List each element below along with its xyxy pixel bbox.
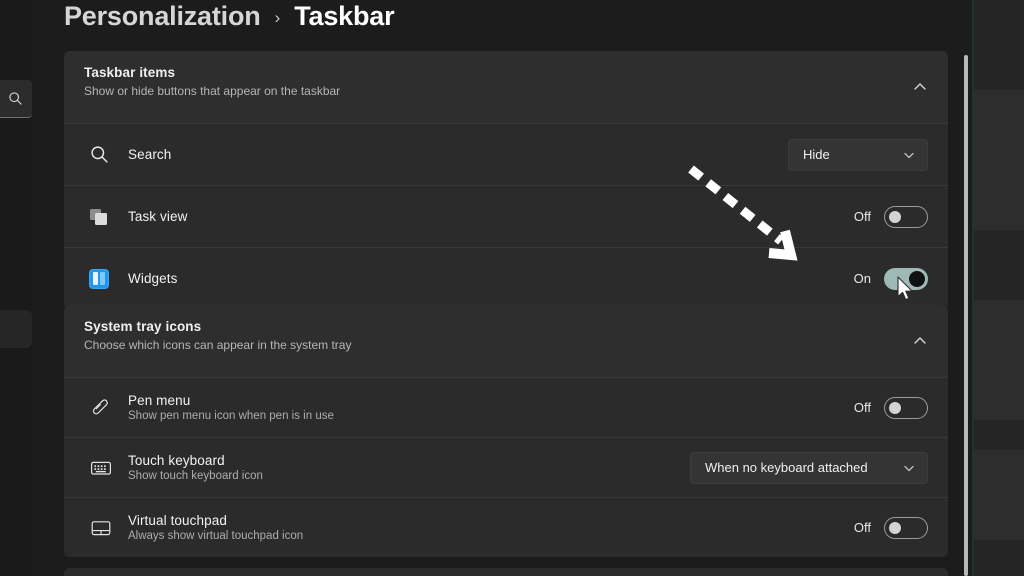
row-label: Touch keyboard [128,453,225,468]
section-header-taskbar-items[interactable]: Taskbar items Show or hide buttons that … [64,51,948,123]
section-title: System tray icons [84,319,202,334]
breadcrumb-separator-icon: › [274,7,281,27]
dropdown-value: Hide [803,147,830,162]
section-subtitle: Choose which icons can appear in the sys… [84,338,352,352]
section-title: Taskbar items [84,65,176,80]
row-control-virtual-touchpad: Off [853,516,928,539]
row-pen-menu[interactable]: Pen menu Show pen menu icon when pen is … [64,377,948,437]
keyboard-icon [91,461,111,475]
row-control-widgets: On [853,267,928,290]
background-window-strip [974,0,1024,576]
row-virtual-touchpad[interactable]: Virtual touchpad Always show virtual tou… [64,497,948,557]
breadcrumb: Personalization › Taskbar [64,0,395,38]
row-icon-search [90,143,116,167]
row-text-search: Search [128,147,788,162]
touch-keyboard-visibility-dropdown[interactable]: When no keyboard attached [690,451,928,484]
left-navigation-rail [0,0,32,576]
pen-menu-toggle[interactable] [884,396,928,419]
toggle-state-label: Off [853,520,871,535]
task-view-icon [90,208,110,226]
row-text-task-view: Task view [128,209,854,224]
widgets-icon [90,269,108,288]
row-control-search: Hide [788,138,928,171]
chevron-up-icon[interactable] [910,331,930,351]
widgets-toggle[interactable] [884,267,928,290]
chevron-up-icon[interactable] [910,77,930,97]
row-control-touch-keyboard: When no keyboard attached [690,451,928,484]
row-label: Search [128,147,172,162]
search-icon [91,146,108,163]
task-view-toggle[interactable] [884,205,928,228]
row-label: Widgets [128,271,178,286]
section-taskbar-items: Taskbar items Show or hide buttons that … [64,51,948,309]
touchpad-icon [91,520,111,535]
row-label: Task view [128,209,188,224]
scrollbar-thumb[interactable] [964,55,968,576]
row-widgets[interactable]: Widgets On [64,247,948,309]
row-text-pen-menu: Pen menu Show pen menu icon when pen is … [128,393,854,422]
search-icon [9,92,22,105]
row-label: Pen menu [128,393,191,408]
dropdown-value: When no keyboard attached [705,460,868,475]
row-sublabel: Show touch keyboard icon [128,470,263,482]
row-task-view[interactable]: Task view Off [64,185,948,247]
breadcrumb-parent[interactable]: Personalization [64,1,261,32]
row-text-virtual-touchpad: Virtual touchpad Always show virtual tou… [128,513,854,542]
section-system-tray-icons: System tray icons Choose which icons can… [64,305,948,557]
row-icon-touch-keyboard [90,456,116,480]
row-sublabel: Always show virtual touchpad icon [128,530,304,542]
toggle-state-label: Off [853,400,871,415]
section-header-system-tray[interactable]: System tray icons Choose which icons can… [64,305,948,377]
chevron-down-icon [904,152,914,158]
row-icon-pen-menu [90,396,116,420]
row-control-pen-menu: Off [853,396,928,419]
sidebar-search-box[interactable] [0,80,32,118]
row-text-widgets: Widgets [128,271,854,286]
search-visibility-dropdown[interactable]: Hide [788,138,928,171]
virtual-touchpad-toggle[interactable] [884,516,928,539]
row-label: Virtual touchpad [128,513,227,528]
page-title: Taskbar [294,0,395,31]
row-control-task-view: Off [853,205,928,228]
row-icon-task-view [90,205,116,229]
section-subtitle: Show or hide buttons that appear on the … [84,84,341,98]
row-touch-keyboard[interactable]: Touch keyboard Show touch keyboard icon … [64,437,948,497]
pen-icon [92,398,108,414]
sidebar-item-placeholder[interactable] [0,310,32,348]
row-icon-virtual-touchpad [90,516,116,540]
row-search[interactable]: Search Hide [64,123,948,185]
settings-window: Personalization › Taskbar Taskbar items … [0,0,1024,576]
row-icon-widgets [90,267,116,291]
toggle-state-label: On [853,271,871,286]
row-sublabel: Show pen menu icon when pen is in use [128,410,334,422]
chevron-down-icon [904,465,914,471]
row-text-touch-keyboard: Touch keyboard Show touch keyboard icon [128,453,690,482]
settings-content: Personalization › Taskbar Taskbar items … [32,0,964,576]
toggle-state-label: Off [853,209,871,224]
section-next-partial [64,568,948,576]
